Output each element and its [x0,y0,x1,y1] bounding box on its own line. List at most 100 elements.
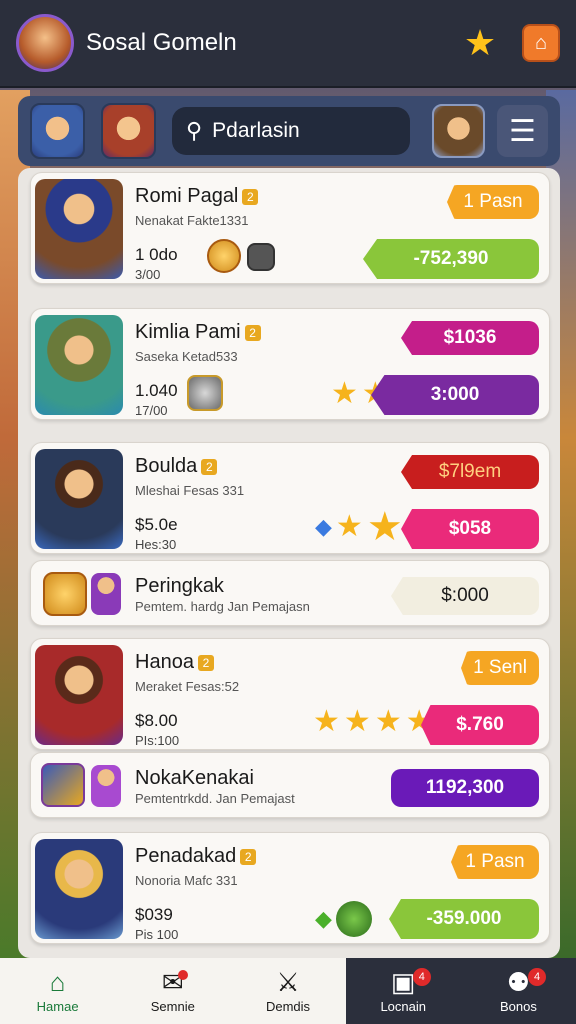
tab-label: Bonos [499,998,537,1014]
game-stat-sub: 3/00 [135,267,161,282]
home-icon: ⌂ [49,966,66,997]
game-subtitle: Saseka Ketad533 [135,349,238,364]
shield-icon [41,763,85,807]
notification-badge: 4 [528,968,547,986]
game-title: Romi Pagal 2 [135,185,259,208]
game-title: Kimlia Pami 2 [135,321,261,344]
character-icon [91,765,121,807]
game-stat: $5.0e [135,515,178,534]
top-bar: Sosal Gomeln ★ ⌂ [0,0,576,88]
price-button[interactable]: $:000 [391,577,539,615]
reward-icons: ◆ [315,901,372,937]
map-icon: ▣ [390,966,416,997]
game-subtitle: Pemtem. hardg Jan Pemajasn [135,599,310,614]
game-stat-sub: 17/00 [135,403,168,418]
tab-battle[interactable]: ⚔ Demdis [230,958,346,1024]
star-icon: ★ [366,505,403,549]
swords-icon: ⚔ [276,966,300,997]
gift-icon[interactable]: ⌂ [522,24,560,62]
rating-stars: ★ ★ ★ ★ [313,707,433,737]
star-icon[interactable]: ★ [460,23,500,63]
bottom-tab-bar: ⌂ Hamae ✉ Semnie ⚔ Demdis ▣ 4 Locnain ⚉ … [0,958,576,1024]
game-stat-sub: Pis 100 [135,927,179,942]
status-badge: 1 Pasn [447,185,539,219]
game-list: Romi Pagal 2 Nenakat Fakte1331 1 0do 3/00… [18,168,560,958]
game-title: Penadakad 2 [135,845,257,868]
price-button[interactable]: 3:000 [371,375,539,415]
friend-avatar-1[interactable] [30,103,86,159]
search-icon: ⚲ [186,118,203,143]
potion-icon [207,239,241,273]
star-icon: ★ [343,705,371,738]
game-stat-sub: PIs:100 [135,733,180,748]
list-item[interactable]: Kimlia Pami 2 Saseka Ketad533 1.040 17/00… [30,308,550,420]
price-button[interactable]: -359.000 [389,899,539,939]
game-subtitle: Nonoria Mafc 331 [135,873,238,888]
price-button[interactable]: 1192,300 [391,769,539,807]
gift-box-icon [43,572,87,616]
hamburger-menu-icon[interactable]: ☰ [497,105,549,157]
star-icon: ★ [335,510,363,543]
game-thumbnail [35,645,123,745]
list-item[interactable]: Peringkak Pemtem. hardg Jan Pemajasn $:0… [30,560,550,626]
toolbar: ⚲ Pdarlasin ☰ [18,96,560,166]
game-subtitle: Pemtentrkdd. Jan Pemajast [135,791,295,806]
price-badge: $7l9em [401,455,539,489]
game-title: NokaKenakai [135,767,254,789]
game-stat: $8.00 [135,711,178,730]
tab-label: Locnain [380,998,426,1014]
price-button[interactable]: $.760 [421,705,539,745]
rating-stars: ◆ ★ ★ [315,507,403,547]
game-thumbnail [35,315,123,415]
level-badge-icon: 2 [201,458,218,475]
price-button[interactable]: -752,390 [363,239,539,279]
game-title: Hanoa 2 [135,651,214,674]
status-badge: 1 Senl [461,651,539,685]
app-avatar[interactable] [16,14,74,72]
game-thumbnail [35,179,123,279]
status-badge: 1 Pasn [451,845,539,879]
search-input[interactable]: ⚲ Pdarlasin [172,107,410,155]
tab-label: Semnie [150,998,195,1014]
game-title: Peringkak [135,575,224,597]
profile-avatar[interactable] [431,104,485,158]
list-item[interactable]: Romi Pagal 2 Nenakat Fakte1331 1 0do 3/00… [30,172,550,284]
tab-messages[interactable]: ✉ Semnie [115,958,231,1024]
list-item[interactable]: NokaKenakai Pemtentrkdd. Jan Pemajast 11… [30,752,550,818]
group-icon: ⚉ [506,966,531,997]
list-item[interactable]: Hanoa 2 Meraket Fesas:52 $8.00 PIs:100 ★ … [30,638,550,750]
list-item[interactable]: Boulda 2 Mleshai Fesas 331 $5.0e Hes:30 ◆… [30,442,550,554]
game-subtitle: Meraket Fesas:52 [135,679,240,694]
level-badge-icon: 2 [240,848,257,865]
star-icon: ★ [374,705,402,738]
monster-icon [335,901,372,937]
price-button[interactable]: $058 [401,509,539,549]
star-icon: ★ [331,377,358,410]
tab-label: Hamae [36,998,79,1014]
game-subtitle: Mleshai Fesas 331 [135,483,245,498]
character-icon [187,375,223,411]
app-title: Sosal Gomeln [86,29,237,56]
item-box-icon [247,243,275,271]
crystal-icon: ◆ [315,906,332,931]
game-title: Boulda 2 [135,455,218,478]
character-icon [91,573,121,615]
game-thumbnail [35,449,123,549]
search-value: Pdarlasin [212,119,300,142]
notification-dot [178,970,189,980]
tab-bonus[interactable]: ⚉ 4 Bonos [461,958,576,1024]
game-stat-sub: Hes:30 [135,537,177,552]
list-item[interactable]: Penadakad 2 Nonoria Mafc 331 $039 Pis 100… [30,832,550,944]
level-badge-icon: 2 [244,324,261,341]
friend-avatar-2[interactable] [101,103,157,159]
game-subtitle: Nenakat Fakte1331 [135,213,249,228]
game-stat: $039 [135,905,173,924]
star-icon: ★ [313,705,340,738]
tab-home[interactable]: ⌂ Hamae [0,958,116,1024]
price-badge: $1036 [401,321,539,355]
game-thumbnail [35,839,123,939]
game-stat: 1 0do [135,245,178,264]
crystal-icon: ◆ [315,514,332,539]
notification-badge: 4 [412,968,431,986]
tab-location[interactable]: ▣ 4 Locnain [346,958,461,1024]
